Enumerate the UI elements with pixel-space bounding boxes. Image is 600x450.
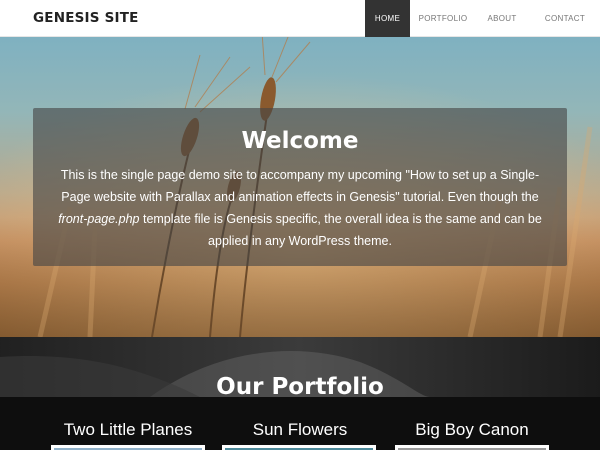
portfolio-title: Our Portfolio [216, 374, 384, 400]
primary-nav: HOME PORTFOLIO ABOUT CONTACT [365, 0, 600, 37]
nav-home[interactable]: HOME [365, 0, 410, 37]
portfolio-section: Our Portfolio Two Little Planes Sun Flow… [0, 337, 600, 450]
nav-about[interactable]: ABOUT [476, 0, 528, 37]
portfolio-thumbnail[interactable] [51, 445, 205, 450]
portfolio-thumbnail[interactable] [222, 445, 376, 450]
portfolio-item-title[interactable]: Two Little Planes [50, 420, 206, 440]
portfolio-item-title[interactable]: Sun Flowers [222, 420, 378, 440]
welcome-text: This is the single page demo site to acc… [49, 164, 551, 252]
welcome-title: Welcome [241, 128, 359, 154]
nav-portfolio[interactable]: PORTFOLIO [412, 0, 474, 37]
hero-section: Welcome This is the single page demo sit… [0, 37, 600, 337]
welcome-text-part2: template file is Genesis specific, the o… [139, 212, 542, 248]
nav-contact[interactable]: CONTACT [530, 0, 600, 37]
welcome-text-part1: This is the single page demo site to acc… [60, 168, 540, 204]
welcome-box: Welcome This is the single page demo sit… [33, 108, 567, 266]
portfolio-thumbnail[interactable] [395, 445, 549, 450]
site-header: GENESIS SITE HOME PORTFOLIO ABOUT CONTAC… [0, 0, 600, 37]
welcome-text-filename: front-page.php [58, 212, 140, 226]
site-title[interactable]: GENESIS SITE [33, 10, 139, 26]
portfolio-item-title[interactable]: Big Boy Canon [394, 420, 550, 440]
